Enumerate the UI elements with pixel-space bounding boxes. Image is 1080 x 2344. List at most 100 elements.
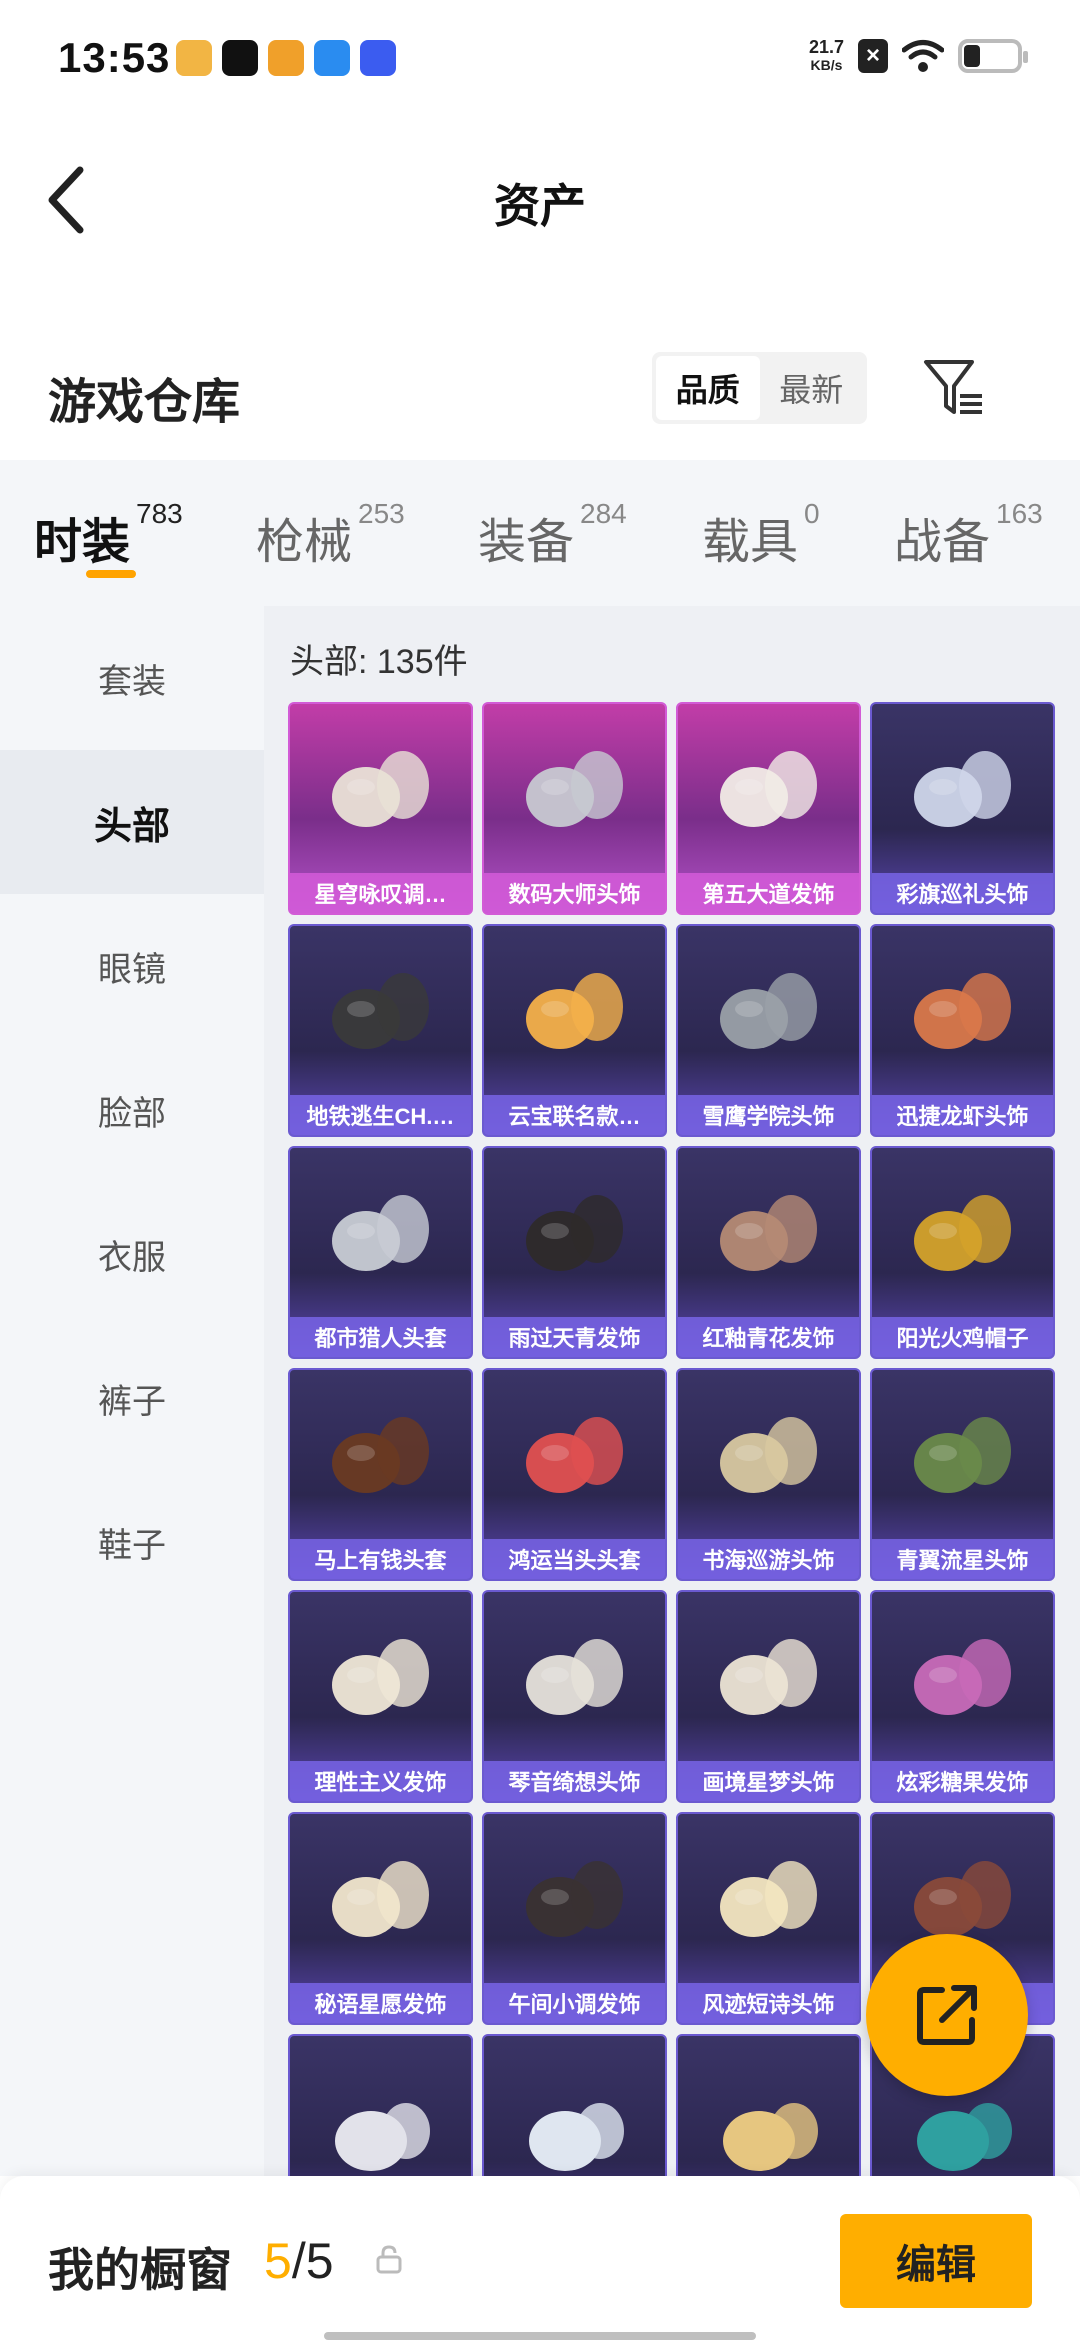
item-image [484,2036,665,2176]
item-name: 青翼流星头饰 [872,1539,1053,1579]
tab-fashion[interactable]: 时装 783 [34,498,183,572]
share-icon [917,1985,977,2045]
tab-count: 0 [804,498,820,529]
item-card[interactable]: 理性主义发饰 [288,1590,473,1803]
item-image [290,926,471,1096]
app-icon [314,40,350,76]
item-card[interactable]: 阳光火鸡帽子 [870,1146,1055,1359]
item-card[interactable]: 雪鹰学院头饰 [676,924,861,1137]
item-image [678,2036,859,2176]
item-name: 阳光火鸡帽子 [872,1317,1053,1357]
notification-icons [176,40,396,76]
app-icon [360,40,396,76]
tab-tactical[interactable]: 战备 163 [894,498,1043,572]
item-name: 午间小调发饰 [484,1983,665,2023]
item-name: 风迹短诗头饰 [678,1983,859,2023]
item-name: 彩旗巡礼头饰 [872,873,1053,913]
item-image [484,1814,665,1984]
item-name: 秘语星愿发饰 [290,1983,471,2023]
item-card[interactable]: 琴音绮想头饰 [482,1590,667,1803]
item-name: 理性主义发饰 [290,1761,471,1801]
tab-count: 783 [136,498,183,529]
status-right: 21.7 KB/s × [809,38,1028,74]
item-card[interactable]: 地铁逃生CH.… [288,924,473,1137]
filter-icon[interactable] [922,356,986,420]
item-image [484,926,665,1096]
item-card[interactable]: 午间小调发饰 [482,1812,667,2025]
sort-newest-button[interactable]: 最新 [760,356,864,420]
item-card[interactable] [676,2034,861,2176]
item-image [290,2036,471,2176]
item-card[interactable]: 秘语星愿发饰 [288,1812,473,2025]
item-card[interactable]: 书海巡游头饰 [676,1368,861,1581]
item-image [484,1592,665,1762]
item-card[interactable]: 彩旗巡礼头饰 [870,702,1055,915]
sidebar-item-shoes[interactable]: 鞋子 [0,1470,264,1614]
item-image [872,1592,1053,1762]
home-indicator [324,2332,756,2340]
item-card[interactable]: 云宝联名款… [482,924,667,1137]
share-button[interactable] [866,1934,1028,2096]
showcase-total: /5 [291,2233,334,2289]
item-card[interactable]: 数码大师头饰 [482,702,667,915]
app-icon [268,40,304,76]
item-card[interactable]: 红釉青花发饰 [676,1146,861,1359]
item-image [290,704,471,874]
item-card[interactable]: 鸿运当头头套 [482,1368,667,1581]
item-name: 第五大道发饰 [678,873,859,913]
item-image [872,1148,1053,1318]
item-name: 鸿运当头头套 [484,1539,665,1579]
tab-guns[interactable]: 枪械 253 [256,498,405,572]
wifi-icon [902,40,944,72]
item-card[interactable] [288,2034,473,2176]
item-image [678,1814,859,1984]
item-name: 画境星梦头饰 [678,1761,859,1801]
item-card[interactable]: 星穹咏叹调… [288,702,473,915]
item-image [678,1592,859,1762]
item-card[interactable]: 青翼流星头饰 [870,1368,1055,1581]
item-card[interactable]: 画境星梦头饰 [676,1590,861,1803]
sidebar-item-face[interactable]: 脸部 [0,1038,264,1182]
item-card[interactable]: 炫彩糖果发饰 [870,1590,1055,1803]
item-card[interactable]: 雨过天青发饰 [482,1146,667,1359]
page-title: 资产 [494,180,586,232]
item-name: 雨过天青发饰 [484,1317,665,1357]
tab-equipment[interactable]: 装备 284 [478,498,627,572]
tab-label: 枪械 [256,516,353,569]
item-name: 雪鹰学院头饰 [678,1095,859,1135]
tab-label: 时装 [34,516,131,569]
item-card[interactable]: 第五大道发饰 [676,702,861,915]
item-image [678,1148,859,1318]
sort-quality-button[interactable]: 品质 [656,356,760,420]
item-card[interactable]: 马上有钱头套 [288,1368,473,1581]
tab-label: 装备 [478,516,575,569]
tab-label: 载具 [702,516,799,569]
item-name: 红釉青花发饰 [678,1317,859,1357]
item-card[interactable]: 迅捷龙虾头饰 [870,924,1055,1137]
app-icon [176,40,212,76]
item-card[interactable] [482,2034,667,2176]
sidebar-item-glasses[interactable]: 眼镜 [0,894,264,1038]
sidebar-item-pants[interactable]: 裤子 [0,1326,264,1470]
tab-vehicles[interactable]: 载具 0 [702,498,820,572]
item-card[interactable]: 都市猎人头套 [288,1146,473,1359]
status-time: 13:53 [58,34,171,81]
item-image [678,1370,859,1540]
item-name: 数码大师头饰 [484,873,665,913]
item-image [290,1592,471,1762]
edit-button[interactable]: 编辑 [840,2214,1032,2308]
sidebar: 套装 头部 眼镜 脸部 衣服 裤子 鞋子 [0,606,264,2176]
tab-count: 163 [996,498,1043,529]
showcase-current: 5 [264,2233,292,2289]
sidebar-item-clothes[interactable]: 衣服 [0,1182,264,1326]
item-card[interactable]: 风迹短诗头饰 [676,1812,861,2025]
tab-active-indicator [86,570,136,578]
speed-unit: KB/s [810,57,843,73]
lock-icon [376,2245,402,2274]
item-image [290,1814,471,1984]
item-name: 书海巡游头饰 [678,1539,859,1579]
section-title: 头部: 135件 [290,643,468,681]
item-image [872,926,1053,1096]
sidebar-item-suits[interactable]: 套装 [0,606,264,750]
sidebar-item-head[interactable]: 头部 [0,750,264,894]
